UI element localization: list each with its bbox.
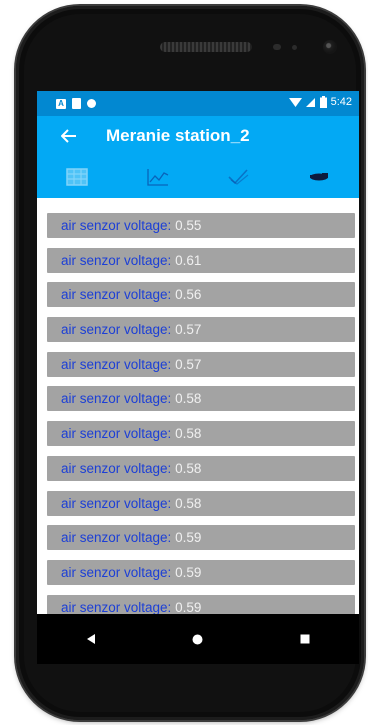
measurement-label: air senzor voltage: xyxy=(61,356,172,372)
page-title: Meranie station_2 xyxy=(106,126,250,145)
status-time: 5:42 xyxy=(330,96,352,108)
measurement-label: air senzor voltage: xyxy=(61,530,172,546)
measurement-value: 0.57 xyxy=(175,322,202,338)
measurement-label: air senzor voltage: xyxy=(61,495,172,511)
list-item[interactable]: air senzor voltage: 0.59 xyxy=(47,594,355,614)
list-item[interactable]: air senzor voltage: 0.59 xyxy=(47,559,355,585)
circle-notification-icon xyxy=(87,99,96,108)
measurement-value: 0.57 xyxy=(175,356,202,372)
document-notification-icon xyxy=(72,98,81,109)
status-bar: A 5:42 xyxy=(37,91,359,116)
list-item[interactable]: air senzor voltage: 0.57 xyxy=(47,317,355,343)
measurement-label: air senzor voltage: xyxy=(61,564,172,580)
sensor-icon xyxy=(309,173,328,181)
arrow-left-icon[interactable] xyxy=(59,126,79,146)
tab-bar xyxy=(37,156,359,198)
list-item[interactable]: air senzor voltage: 0.58 xyxy=(47,455,355,481)
list-item[interactable]: air senzor voltage: 0.58 xyxy=(47,421,355,447)
android-nav-bar xyxy=(37,614,359,664)
square-recents-icon xyxy=(300,634,310,644)
measurement-value: 0.56 xyxy=(175,287,202,303)
tab-table[interactable] xyxy=(37,156,118,198)
measurement-label: air senzor voltage: xyxy=(61,599,172,614)
list-item[interactable]: air senzor voltage: 0.56 xyxy=(47,282,355,308)
measurement-value: 0.61 xyxy=(175,252,202,268)
measurement-label: air senzor voltage: xyxy=(61,391,172,407)
tab-sensor[interactable] xyxy=(279,156,360,198)
measurement-value: 0.58 xyxy=(175,426,202,442)
tab-check[interactable] xyxy=(198,156,279,198)
measurement-list[interactable]: air senzor voltage: 0.55 air senzor volta… xyxy=(37,207,359,614)
signal-icon xyxy=(305,97,315,107)
status-system-icons: 5:42 xyxy=(288,96,352,108)
nav-home-button[interactable] xyxy=(144,614,251,664)
list-item[interactable]: air senzor voltage: 0.58 xyxy=(47,386,355,412)
measurement-label: air senzor voltage: xyxy=(61,322,172,338)
list-item[interactable]: air senzor voltage: 0.58 xyxy=(47,490,355,516)
measurement-value: 0.55 xyxy=(175,218,202,233)
measurement-label: air senzor voltage: xyxy=(61,218,172,233)
checkmark-icon xyxy=(228,169,249,185)
measurement-label: air senzor voltage: xyxy=(61,460,172,476)
app-bar: Meranie station_2 xyxy=(37,116,359,156)
tab-chart[interactable] xyxy=(118,156,199,198)
earpiece-speaker xyxy=(160,42,252,52)
table-icon xyxy=(66,168,88,186)
status-notification-icons: A xyxy=(56,98,96,109)
a-notification-icon: A xyxy=(56,98,66,109)
measurement-value: 0.58 xyxy=(175,495,202,511)
measurement-label: air senzor voltage: xyxy=(61,252,172,268)
measurement-label: air senzor voltage: xyxy=(61,426,172,442)
wifi-icon xyxy=(288,97,302,107)
light-sensor xyxy=(292,45,297,50)
list-item[interactable]: air senzor voltage: 0.57 xyxy=(47,351,355,377)
list-item[interactable]: air senzor voltage: 0.59 xyxy=(47,525,355,551)
battery-icon xyxy=(319,96,327,108)
nav-back-button[interactable] xyxy=(37,614,144,664)
measurement-value: 0.59 xyxy=(175,564,202,580)
measurement-value: 0.58 xyxy=(175,460,202,476)
measurement-label: air senzor voltage: xyxy=(61,287,172,303)
measurement-value: 0.59 xyxy=(175,599,202,614)
proximity-sensor xyxy=(273,44,281,50)
circle-home-icon xyxy=(192,634,203,644)
line-chart-icon xyxy=(147,169,169,186)
list-item[interactable]: air senzor voltage: 0.61 xyxy=(47,247,355,273)
front-camera xyxy=(323,40,337,54)
measurement-value: 0.59 xyxy=(175,530,202,546)
measurement-value: 0.58 xyxy=(175,391,202,407)
app-screen: A 5:42 Meranie station_2 air senzor volt… xyxy=(37,91,359,614)
triangle-back-icon xyxy=(86,634,95,644)
list-item[interactable]: air senzor voltage: 0.55 xyxy=(47,213,355,238)
nav-recents-button[interactable] xyxy=(252,614,359,664)
